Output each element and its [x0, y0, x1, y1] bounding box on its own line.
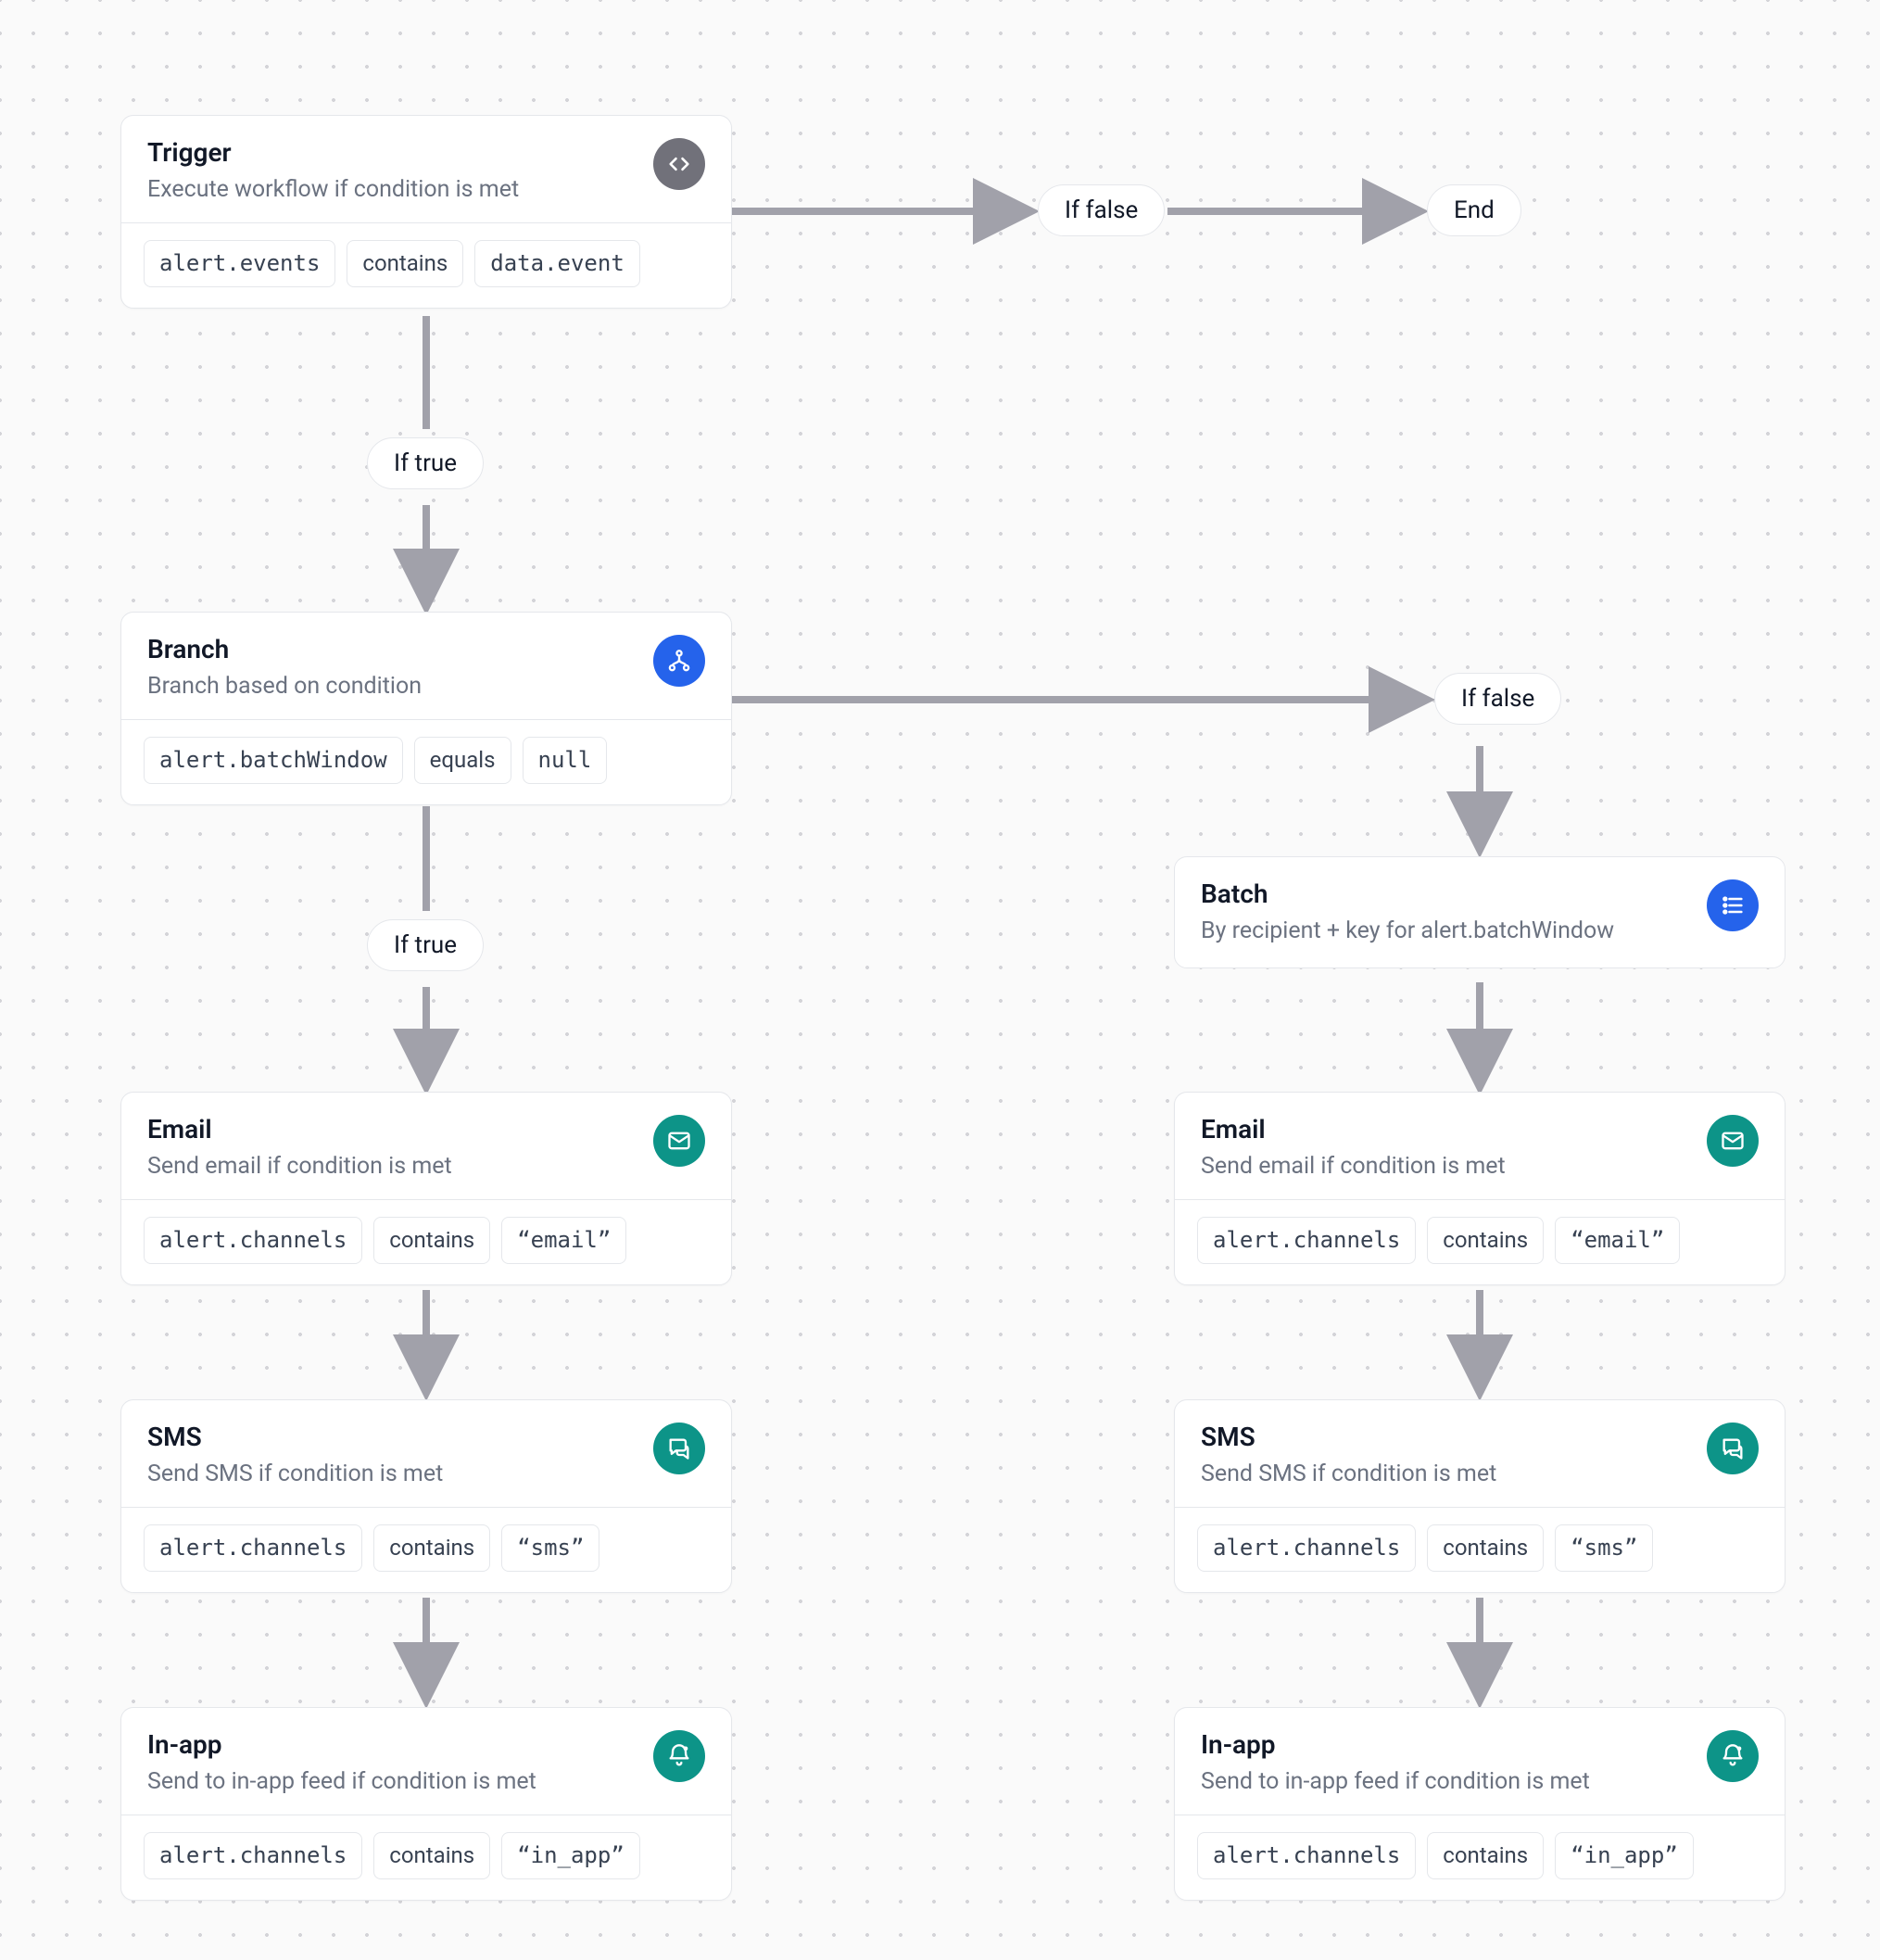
- cond-op: contains: [1427, 1524, 1544, 1572]
- cond-right: “in_app”: [501, 1832, 640, 1879]
- node-title: Branch: [147, 633, 422, 665]
- node-title: Batch: [1201, 878, 1614, 910]
- cond-op: contains: [1427, 1217, 1544, 1264]
- node-inapp-right[interactable]: In-app Send to in-app feed if condition …: [1174, 1707, 1785, 1901]
- node-batch[interactable]: Batch By recipient + key for alert.batch…: [1174, 856, 1785, 968]
- condition-row: alert.channels contains “email”: [121, 1199, 731, 1284]
- node-subtitle: Send email if condition is met: [1201, 1151, 1506, 1182]
- node-subtitle: Branch based on condition: [147, 671, 422, 702]
- node-sms-right[interactable]: SMS Send SMS if condition is met alert.c…: [1174, 1399, 1785, 1593]
- condition-row: alert.channels contains “in_app”: [1175, 1815, 1785, 1900]
- cond-right: data.event: [474, 240, 640, 287]
- label-if-false: If false: [1434, 673, 1561, 725]
- cond-left: alert.channels: [144, 1524, 362, 1572]
- condition-row: alert.channels contains “email”: [1175, 1199, 1785, 1284]
- cond-op: contains: [373, 1524, 490, 1572]
- cond-op: equals: [414, 737, 511, 784]
- node-email-right[interactable]: Email Send email if condition is met ale…: [1174, 1092, 1785, 1285]
- node-inapp-left[interactable]: In-app Send to in-app feed if condition …: [120, 1707, 732, 1901]
- bell-icon: [653, 1730, 705, 1782]
- cond-left: alert.events: [144, 240, 335, 287]
- condition-row: alert.channels contains “sms”: [1175, 1507, 1785, 1592]
- code-icon: [653, 138, 705, 190]
- node-title: Trigger: [147, 136, 519, 169]
- cond-op: contains: [373, 1217, 490, 1264]
- chat-icon: [1707, 1423, 1759, 1474]
- mail-icon: [653, 1115, 705, 1167]
- cond-right: “in_app”: [1555, 1832, 1694, 1879]
- node-email-left[interactable]: Email Send email if condition is met ale…: [120, 1092, 732, 1285]
- node-title: Email: [1201, 1113, 1506, 1145]
- cond-left: alert.channels: [1197, 1832, 1416, 1879]
- condition-row: alert.channels contains “in_app”: [121, 1815, 731, 1900]
- cond-left: alert.channels: [1197, 1524, 1416, 1572]
- branch-icon: [653, 635, 705, 687]
- cond-left: alert.channels: [144, 1832, 362, 1879]
- node-subtitle: Send email if condition is met: [147, 1151, 452, 1182]
- node-title: SMS: [147, 1421, 443, 1453]
- node-subtitle: Send SMS if condition is met: [147, 1459, 443, 1490]
- cond-left: alert.batchWindow: [144, 737, 403, 784]
- node-subtitle: Send to in-app feed if condition is met: [147, 1766, 536, 1798]
- node-title: SMS: [1201, 1421, 1496, 1453]
- cond-op: contains: [373, 1832, 490, 1879]
- label-if-false: If false: [1038, 184, 1165, 236]
- node-branch[interactable]: Branch Branch based on condition alert.b…: [120, 612, 732, 805]
- condition-row: alert.batchWindow equals null: [121, 719, 731, 804]
- cond-right: “email”: [501, 1217, 626, 1264]
- label-if-true: If true: [367, 437, 484, 489]
- cond-right: null: [523, 737, 608, 784]
- cond-left: alert.channels: [144, 1217, 362, 1264]
- node-title: Email: [147, 1113, 452, 1145]
- condition-row: alert.events contains data.event: [121, 222, 731, 308]
- workflow-canvas: Trigger Execute workflow if condition is…: [0, 0, 1880, 1960]
- mail-icon: [1707, 1115, 1759, 1167]
- condition-row: alert.channels contains “sms”: [121, 1507, 731, 1592]
- node-sms-left[interactable]: SMS Send SMS if condition is met alert.c…: [120, 1399, 732, 1593]
- node-subtitle: Send SMS if condition is met: [1201, 1459, 1496, 1490]
- label-end: End: [1427, 184, 1521, 236]
- cond-left: alert.channels: [1197, 1217, 1416, 1264]
- cond-op: contains: [1427, 1832, 1544, 1879]
- node-title: In-app: [147, 1728, 536, 1761]
- bell-icon: [1707, 1730, 1759, 1782]
- cond-right: “email”: [1555, 1217, 1680, 1264]
- node-trigger[interactable]: Trigger Execute workflow if condition is…: [120, 115, 732, 309]
- node-subtitle: Execute workflow if condition is met: [147, 174, 519, 206]
- cond-op: contains: [347, 240, 463, 287]
- node-subtitle: Send to in-app feed if condition is met: [1201, 1766, 1590, 1798]
- node-title: In-app: [1201, 1728, 1590, 1761]
- cond-right: “sms”: [501, 1524, 599, 1572]
- chat-icon: [653, 1423, 705, 1474]
- cond-right: “sms”: [1555, 1524, 1653, 1572]
- list-icon: [1707, 879, 1759, 931]
- label-if-true: If true: [367, 919, 484, 971]
- node-subtitle: By recipient + key for alert.batchWindow: [1201, 916, 1614, 947]
